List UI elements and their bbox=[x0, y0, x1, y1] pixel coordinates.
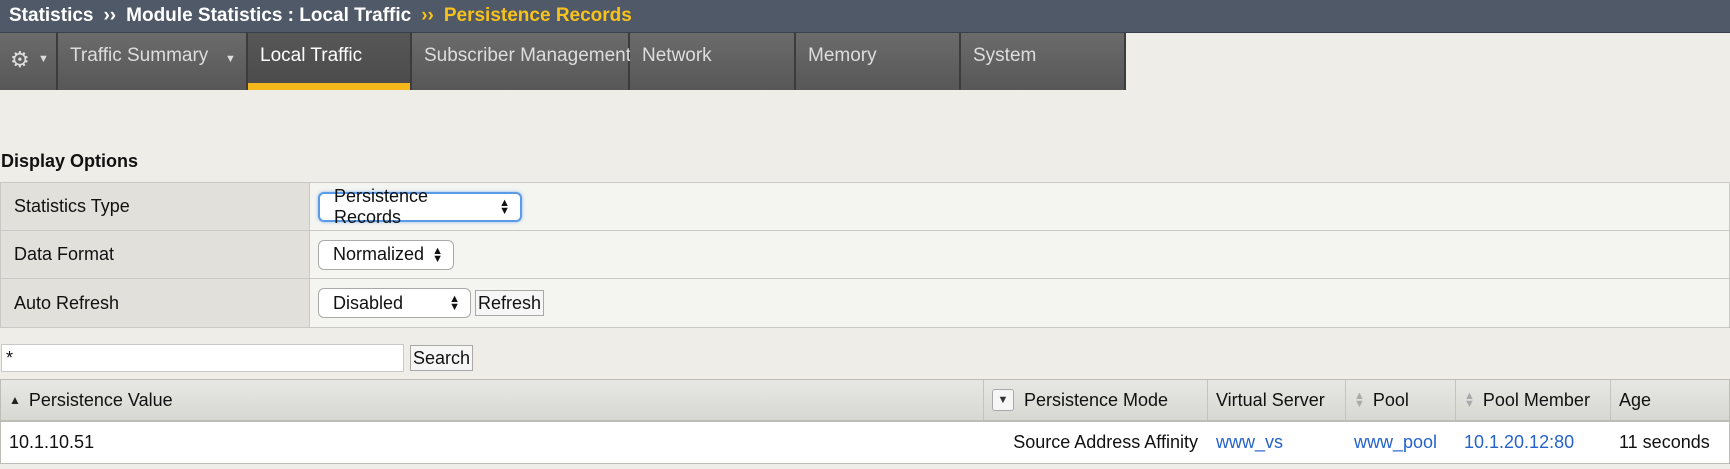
column-label: Virtual Server bbox=[1216, 389, 1325, 410]
tab-system[interactable]: System bbox=[961, 33, 1126, 90]
statistics-type-label: Statistics Type bbox=[1, 183, 310, 230]
gear-icon: ⚙ bbox=[10, 47, 30, 72]
breadcrumb-item-statistics[interactable]: Statistics bbox=[9, 5, 93, 27]
cell-persistence-value: 10.1.10.51 bbox=[9, 432, 95, 452]
display-options-table: Statistics Type Persistence Records ▲ ▼ D… bbox=[0, 182, 1730, 328]
column-label: Persistence Value bbox=[28, 389, 173, 410]
statistics-type-row: Statistics Type Persistence Records ▲ ▼ bbox=[1, 183, 1729, 231]
search-button[interactable]: Search bbox=[410, 345, 474, 371]
column-label: Persistence Mode bbox=[1024, 389, 1169, 410]
data-format-label: Data Format bbox=[1, 231, 310, 278]
filter-dropdown-icon[interactable]: ▼ bbox=[992, 389, 1014, 411]
search-input[interactable] bbox=[1, 344, 404, 372]
tab-label: System bbox=[973, 45, 1037, 66]
select-arrows-icon: ▲ ▼ bbox=[499, 196, 510, 217]
select-value: Disabled bbox=[333, 292, 404, 313]
statistics-type-select[interactable]: Persistence Records ▲ ▼ bbox=[318, 186, 522, 227]
cell-pool-member-link[interactable]: 10.1.20.12:80 bbox=[1456, 432, 1611, 453]
sort-icon: ▲ ▼ bbox=[1354, 390, 1365, 410]
select-arrows-icon: ▲ ▼ bbox=[449, 293, 460, 313]
tab-label: Subscriber Management bbox=[424, 45, 631, 66]
breadcrumb-item-module-statistics[interactable]: Module Statistics : Local Traffic bbox=[126, 5, 411, 27]
tab-network[interactable]: Network bbox=[630, 33, 796, 90]
column-label: Age bbox=[1619, 389, 1652, 410]
tab-memory[interactable]: Memory bbox=[796, 33, 961, 90]
breadcrumb-separator: ›› bbox=[421, 5, 434, 26]
sort-icon: ▲ ▼ bbox=[1464, 390, 1475, 410]
tab-label: Local Traffic bbox=[260, 45, 363, 66]
auto-refresh-row: Auto Refresh Disabled ▲ ▼ Refresh bbox=[1, 279, 1729, 327]
auto-refresh-select[interactable]: Disabled ▲ ▼ bbox=[318, 288, 471, 318]
persistence-records-table: ▲ Persistence Value ▼ Persistence Mode V… bbox=[0, 379, 1730, 464]
breadcrumb: Statistics ›› Module Statistics : Local … bbox=[0, 0, 1730, 33]
select-value: Normalized bbox=[333, 244, 425, 264]
column-header-age[interactable]: Age bbox=[1611, 380, 1729, 420]
breadcrumb-current: Persistence Records bbox=[443, 5, 632, 26]
tab-label: Traffic Summary bbox=[70, 45, 209, 66]
select-value: Persistence Records bbox=[334, 185, 429, 227]
sort-ascending-icon: ▲ bbox=[9, 393, 21, 407]
table-header: ▲ Persistence Value ▼ Persistence Mode V… bbox=[1, 380, 1729, 422]
data-format-select[interactable]: Normalized ▲ ▼ bbox=[318, 239, 454, 270]
column-header-virtual-server[interactable]: Virtual Server bbox=[1208, 380, 1346, 420]
column-header-pool[interactable]: ▲ ▼ Pool bbox=[1346, 380, 1456, 420]
column-header-persistence-value[interactable]: ▲ Persistence Value bbox=[1, 380, 984, 420]
tab-bar: ⚙ ▼ Traffic Summary ▼ Local Traffic Subs… bbox=[0, 33, 1730, 90]
chevron-down-icon: ▼ bbox=[38, 53, 49, 65]
tab-subscriber-management[interactable]: Subscriber Management bbox=[412, 33, 631, 90]
tab-label: Memory bbox=[808, 45, 877, 66]
tab-local-traffic[interactable]: Local Traffic bbox=[248, 33, 412, 90]
cell-pool-link[interactable]: www_pool bbox=[1346, 432, 1456, 453]
cell-age: 11 seconds bbox=[1619, 432, 1710, 452]
tab-settings-menu[interactable]: ⚙ ▼ bbox=[0, 33, 58, 90]
auto-refresh-label: Auto Refresh bbox=[1, 279, 310, 327]
refresh-button[interactable]: Refresh bbox=[475, 290, 545, 316]
column-header-persistence-mode[interactable]: ▼ Persistence Mode bbox=[984, 380, 1208, 420]
breadcrumb-separator: ›› bbox=[103, 5, 117, 26]
tab-traffic-summary[interactable]: Traffic Summary ▼ bbox=[58, 33, 248, 90]
column-label: Pool Member bbox=[1482, 389, 1590, 410]
column-label: Pool bbox=[1372, 389, 1409, 410]
chevron-down-icon: ▼ bbox=[225, 53, 236, 65]
display-options-title: Display Options bbox=[1, 151, 139, 171]
select-arrows-icon: ▲ ▼ bbox=[432, 244, 443, 265]
cell-virtual-server-link[interactable]: www_vs bbox=[1208, 432, 1346, 453]
data-format-row: Data Format Normalized ▲ ▼ bbox=[1, 231, 1729, 279]
cell-persistence-mode: Source Address Affinity bbox=[1013, 432, 1198, 452]
tab-label: Network bbox=[642, 45, 712, 66]
column-header-pool-member[interactable]: ▲ ▼ Pool Member bbox=[1456, 380, 1611, 420]
table-row: 10.1.10.51 Source Address Affinity www_v… bbox=[1, 422, 1729, 463]
